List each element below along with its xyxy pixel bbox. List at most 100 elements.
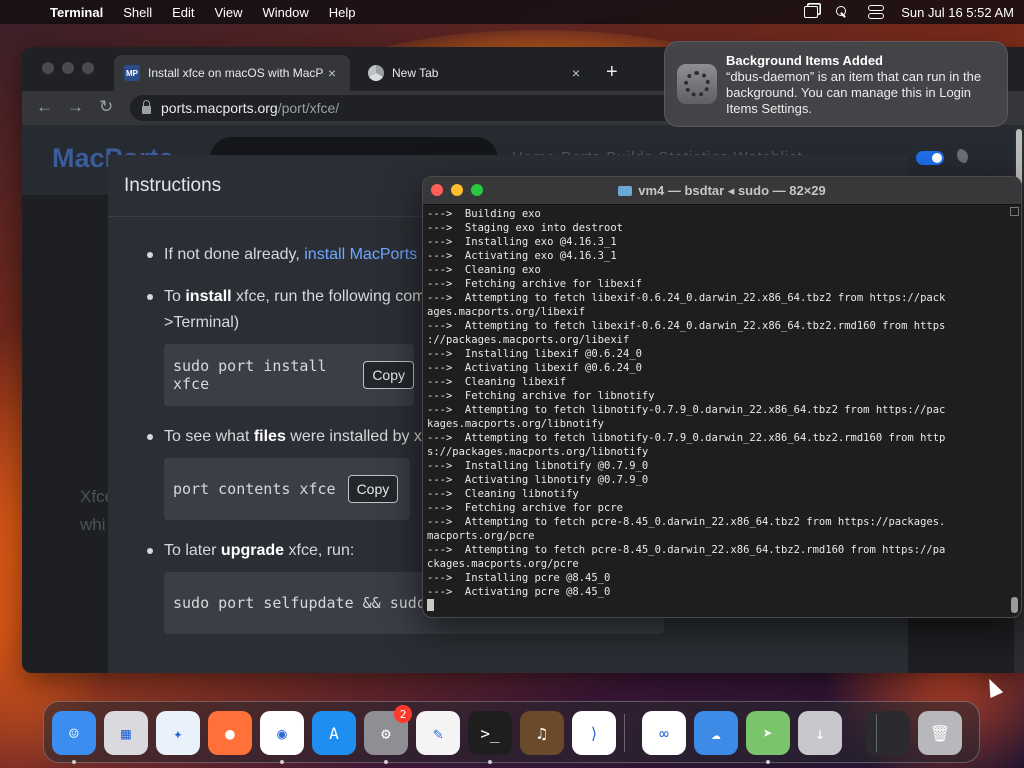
system-settings-icon[interactable]: ⚙ 2 — [364, 705, 412, 764]
terminal-line: ---> Installing libnotify @0.7.9_0 — [427, 460, 649, 472]
launchpad-icon[interactable]: ▦ — [104, 711, 148, 755]
terminal-titlebar[interactable]: vm4 — bsdtar ◂ sudo — 82×29 — [423, 177, 1021, 205]
dock-separator — [624, 714, 625, 752]
chrome-icon[interactable]: ◉ — [260, 711, 304, 764]
url-host: ports.macports.org — [161, 100, 278, 116]
terminal-line: ---> Cleaning libnotify — [427, 488, 579, 500]
minimize-window-icon[interactable] — [62, 62, 74, 74]
copy-button[interactable]: Copy — [363, 361, 414, 389]
dock-separator — [876, 714, 877, 752]
terminal-line: ---> Activating libnotify @0.7.9_0 — [427, 474, 649, 486]
menu-view[interactable]: View — [215, 5, 243, 20]
menu-edit[interactable]: Edit — [172, 5, 194, 20]
notification-body: “dbus-daemon” is an item that can run in… — [726, 69, 982, 116]
background-items-notification[interactable]: Background Items Added “dbus-daemon” is … — [664, 41, 1008, 127]
folder-icon — [618, 186, 633, 196]
terminal-line: ---> Activating libexif @0.6.24_0 — [427, 362, 642, 374]
textedit-icon[interactable]: ✎ — [416, 711, 460, 755]
terminal-line: macports.org/pcre — [427, 530, 535, 542]
terminal-line: ---> Fetching archive for libexif — [427, 278, 642, 290]
notification-badge: 2 — [394, 705, 412, 723]
finder-icon[interactable]: ☺ — [52, 711, 96, 764]
running-indicator — [384, 760, 388, 764]
zoom-window-icon[interactable] — [471, 184, 483, 196]
weather-icon[interactable]: ☁ — [694, 711, 738, 755]
terminal-line: ---> Attempting to fetch pcre-8.45_0.dar… — [427, 516, 946, 528]
close-tab-icon[interactable]: × — [324, 65, 340, 81]
running-indicator — [72, 760, 76, 764]
terminal-icon[interactable]: >_ — [468, 711, 512, 764]
forward-arrow-icon[interactable]: → — [67, 97, 84, 117]
copy-button[interactable]: Copy — [347, 475, 399, 503]
terminal-line: ---> Attempting to fetch libexif-0.6.24_… — [427, 292, 946, 304]
guitar-icon[interactable]: ♫ — [520, 711, 564, 755]
close-window-icon[interactable] — [431, 184, 443, 196]
tab-new-tab[interactable]: New Tab × — [358, 55, 594, 91]
terminal-line: s://packages.macports.org/libnotify — [427, 446, 649, 458]
new-tab-button[interactable]: + — [606, 61, 618, 83]
safari-icon[interactable]: ✦ — [156, 711, 200, 755]
running-indicator — [766, 760, 770, 764]
moon-icon — [952, 149, 968, 165]
terminal-line: ---> Building exo — [427, 208, 541, 220]
url-path: /port/xfce/ — [277, 100, 340, 116]
menu-clock[interactable]: Sun Jul 16 5:52 AM — [901, 5, 1014, 20]
spotlight-search-icon[interactable] — [835, 5, 851, 19]
tab-macports-xfce[interactable]: MP Install xfce on macOS with MacPorts × — [114, 55, 350, 91]
dark-mode-toggle[interactable] — [916, 151, 944, 165]
terminal-line: ckages.macports.org/pcre — [427, 558, 579, 570]
visual-studio-icon[interactable]: ∞ — [642, 711, 686, 755]
app-store-icon[interactable]: A — [312, 711, 356, 755]
instruction-upgrade: To later upgrade xfce, run: — [146, 538, 354, 564]
terminal-window-controls — [431, 184, 483, 196]
code-install: sudo port install xfce Copy — [164, 344, 414, 406]
terminal-title: vm4 — bsdtar ◂ sudo — 82×29 — [423, 177, 1021, 205]
terminal-line: ---> Installing libexif @0.6.24_0 — [427, 348, 642, 360]
terminal-line: ---> Attempting to fetch libnotify-0.7.9… — [427, 404, 946, 416]
terminal-line: ---> Activating exo @4.16.3_1 — [427, 250, 617, 262]
terminal-line: ages.macports.org/libexif — [427, 306, 586, 318]
chrome-favicon-icon — [368, 65, 384, 81]
terminal-line: ---> Attempting to fetch pcre-8.45_0.dar… — [427, 544, 946, 556]
terminal-line: ---> Attempting to fetch libnotify-0.7.9… — [427, 432, 946, 444]
lock-icon[interactable] — [142, 100, 151, 114]
menu-bar: Terminal Shell Edit View Window Help Sun… — [0, 0, 1024, 24]
close-tab-icon[interactable]: × — [568, 65, 584, 81]
running-indicator — [280, 760, 284, 764]
terminal-line: ---> Activating pcre @8.45_0 — [427, 586, 611, 598]
dock: ☺ ▦ ✦ ● ◉ A ⚙ 2 ✎ >_ ♫ ⟩ ∞ ☁ ➤ ↓ 🗑 — [43, 701, 980, 764]
vscode-icon[interactable]: ⟩ — [572, 711, 616, 755]
minimized-window-icon[interactable] — [866, 711, 910, 755]
terminal-window[interactable]: vm4 — bsdtar ◂ sudo — 82×29 ---> Buildin… — [422, 176, 1022, 618]
back-arrow-icon[interactable]: ← — [36, 97, 53, 117]
instruction-install-macports: If not done already, install MacPorts — [146, 242, 417, 268]
menu-shell[interactable]: Shell — [123, 5, 152, 20]
terminal-line: ---> Attempting to fetch libexif-0.6.24_… — [427, 320, 946, 332]
trash-icon[interactable]: 🗑 — [918, 711, 962, 755]
terminal-scrollbar[interactable] — [1010, 207, 1019, 615]
terminal-cursor — [427, 599, 1007, 613]
terminal-line: ---> Installing exo @4.16.3_1 — [427, 236, 617, 248]
menu-help[interactable]: Help — [329, 5, 356, 20]
maps-icon[interactable]: ➤ — [746, 711, 790, 764]
terminal-line: kages.macports.org/libnotify — [427, 418, 605, 430]
firefox-icon[interactable]: ● — [208, 711, 252, 755]
menu-window[interactable]: Window — [263, 5, 309, 20]
terminal-line: ---> Fetching archive for pcre — [427, 502, 623, 514]
downloads-icon[interactable]: ↓ — [798, 711, 842, 755]
system-settings-icon — [677, 64, 717, 104]
terminal-line: ://packages.macports.org/libexif — [427, 334, 630, 346]
terminal-line: ---> Staging exo into destroot — [427, 222, 623, 234]
minimize-window-icon[interactable] — [451, 184, 463, 196]
close-window-icon[interactable] — [42, 62, 54, 74]
control-center-icon[interactable] — [867, 5, 885, 19]
terminal-output[interactable]: ---> Building exo ---> Staging exo into d… — [427, 207, 1007, 613]
menu-app-terminal[interactable]: Terminal — [50, 5, 103, 20]
screen-mirroring-icon[interactable] — [803, 5, 819, 19]
running-indicator — [488, 760, 492, 764]
browser-window-controls — [42, 62, 94, 74]
install-macports-link[interactable]: install MacPorts — [304, 246, 417, 263]
zoom-window-icon[interactable] — [82, 62, 94, 74]
reload-icon[interactable]: ↻ — [99, 97, 113, 117]
code-contents: port contents xfce Copy — [164, 458, 410, 520]
